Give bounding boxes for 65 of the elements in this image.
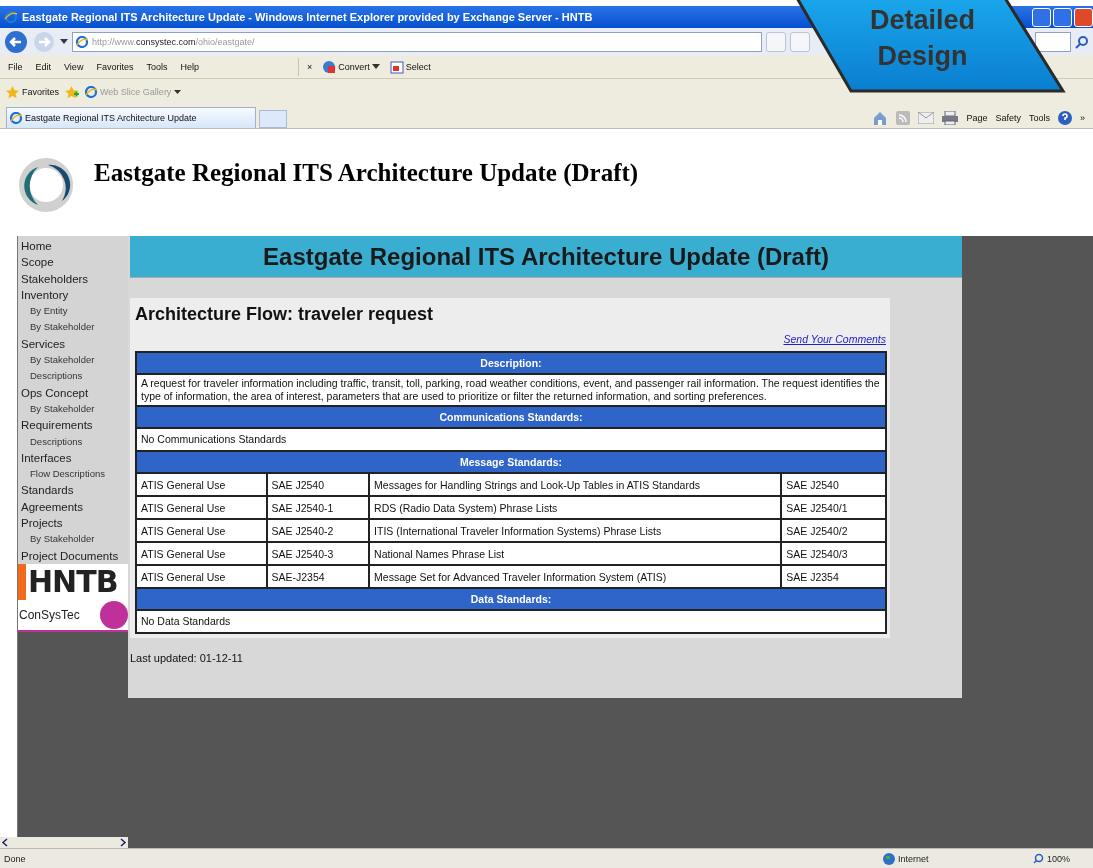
nav-link[interactable]: Ops Concept (21, 384, 128, 401)
toolbar-button[interactable]: Convert (322, 59, 380, 74)
section-header: Communications Standards: (136, 406, 886, 428)
table-cell: A request for traveler information including traffic, transit, toll, parking, road weather conditions, event, and passenger rail information. The request identifies the type of information, the area of interest, parameters that are used to prioritize or filter the returned information, and sorting preferences. (136, 374, 886, 406)
partner-logo[interactable]: ConSysTec (18, 599, 128, 632)
nav-sublink[interactable]: Flow Descriptions (21, 466, 128, 483)
nav-link[interactable]: Inventory (21, 286, 128, 304)
nav-link[interactable]: Scope (21, 254, 128, 271)
table-cell: No Communications Standards (136, 428, 886, 451)
nav-link[interactable]: Home (21, 238, 128, 255)
table-cell: Message Set for Advanced Traveler Information System (ATIS) (369, 565, 782, 588)
nav-sublink[interactable]: By Stakeholder (21, 400, 128, 418)
status-text: Done (4, 853, 27, 864)
nav-sublink[interactable]: By Stakeholder (21, 531, 128, 548)
table-cell: ATIS General Use (136, 542, 267, 565)
menu-item[interactable]: View (64, 61, 84, 72)
command-menu[interactable]: Page (966, 113, 988, 123)
table-cell: ATIS General Use (136, 496, 267, 519)
nav-sublink[interactable]: Descriptions (21, 433, 128, 450)
table-cell: ITIS (International Traveler Information Systems) Phrase Lists (369, 519, 782, 542)
nav-link[interactable]: Projects (21, 515, 128, 532)
menu-item[interactable]: Tools (146, 61, 168, 72)
command-menu[interactable]: Tools (1028, 113, 1050, 123)
toolbar-button[interactable]: × (306, 61, 313, 72)
nav-sublink[interactable]: By Stakeholder (21, 319, 128, 336)
comments-link[interactable]: Send Your Comments (783, 333, 886, 345)
address-field[interactable]: http://www.consystec.com/ohio/eastgate/ (72, 31, 762, 52)
table-cell: RDS (Radio Data System) Phrase Lists (369, 496, 782, 519)
nav-link[interactable]: Interfaces (21, 449, 128, 467)
more-button[interactable]: » (1080, 113, 1085, 123)
security-zone: Internet (883, 852, 993, 865)
command-menu[interactable]: Safety (995, 113, 1021, 123)
nav-link[interactable]: Services (21, 335, 128, 353)
browser-tab[interactable]: Eastgate Regional ITS Architecture Update (6, 107, 256, 128)
window-title: Eastgate Regional ITS Architecture Update - Windows Internet Explorer provided by Exchange Server - HNTB (22, 11, 593, 23)
zoom-button[interactable]: 100% (1033, 853, 1093, 864)
menu-item[interactable]: Help (180, 61, 199, 72)
menu-item[interactable]: Edit (35, 61, 52, 72)
table-cell: National Names Phrase List (369, 542, 782, 565)
table-cell: No Data Standards (136, 610, 886, 633)
section-header: Message Standards: (136, 451, 886, 473)
nav-link[interactable]: Requirements (21, 417, 128, 434)
table-cell: ATIS General Use (136, 473, 267, 496)
nav-link[interactable]: Stakeholders (21, 270, 128, 287)
nav-sublink[interactable]: By Entity (21, 303, 128, 320)
last-updated: Last updated: 01-12-11 (130, 652, 244, 664)
page-banner: Eastgate Regional ITS Architecture Update (Draft) (130, 236, 962, 278)
menu-item[interactable]: File (8, 61, 23, 72)
nav-link[interactable]: Standards (21, 482, 128, 499)
menu-item[interactable]: Favorites (96, 61, 134, 72)
table-cell: ATIS General Use (136, 565, 267, 588)
nav-link[interactable]: Project Documents (21, 547, 128, 564)
callout-text: Detailed Design (868, 4, 976, 73)
section-header: Description: (136, 352, 886, 374)
page-heading: Architecture Flow: traveler request (135, 304, 435, 325)
nav-link[interactable]: Agreements (21, 498, 128, 516)
favorites-button[interactable]: Favorites (6, 85, 59, 99)
nav-sublink[interactable]: Descriptions (21, 368, 128, 385)
site-title: Eastgate Regional ITS Architecture Update (Draft) (94, 158, 639, 187)
toolbar-button[interactable]: Select (389, 59, 431, 74)
partner-logo[interactable]: HNTB (18, 563, 128, 600)
nav-sublink[interactable]: By Stakeholder (21, 352, 128, 369)
section-header: Data Standards: (136, 588, 886, 610)
table-cell: Messages for Handling Strings and Look-Up Tables in ATIS Standards (369, 473, 782, 496)
table-cell: ATIS General Use (136, 519, 267, 542)
